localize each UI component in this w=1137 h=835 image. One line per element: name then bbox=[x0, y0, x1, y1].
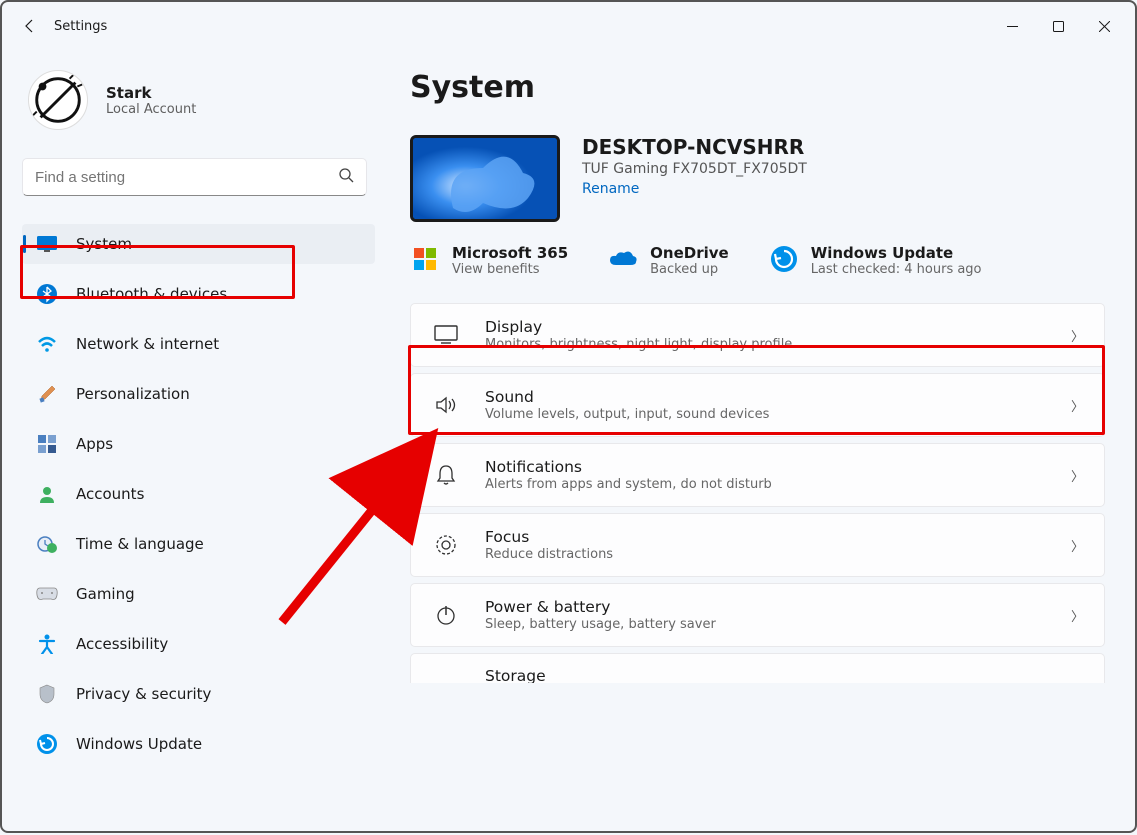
nav-item-apps[interactable]: Apps bbox=[22, 424, 375, 464]
setting-power[interactable]: Power & battery Sleep, battery usage, ba… bbox=[410, 583, 1105, 647]
brush-icon bbox=[36, 383, 58, 405]
nav-item-personalization[interactable]: Personalization bbox=[22, 374, 375, 414]
nav-label: Bluetooth & devices bbox=[76, 285, 227, 303]
bell-icon bbox=[431, 464, 461, 486]
accessibility-icon bbox=[36, 633, 58, 655]
card-sub: Sleep, battery usage, battery saver bbox=[485, 617, 1071, 632]
chevron-right-icon: 〉 bbox=[1071, 606, 1084, 625]
status-onedrive[interactable]: OneDrive Backed up bbox=[608, 244, 729, 277]
setting-sound[interactable]: Sound Volume levels, output, input, soun… bbox=[410, 373, 1105, 437]
close-button[interactable] bbox=[1081, 10, 1127, 42]
nav-item-time-language[interactable]: Time & language bbox=[22, 524, 375, 564]
nav-label: Personalization bbox=[76, 385, 190, 403]
card-sub: Reduce distractions bbox=[485, 547, 1071, 562]
apps-icon bbox=[36, 433, 58, 455]
nav-label: Gaming bbox=[76, 585, 135, 603]
card-title: Notifications bbox=[485, 458, 1071, 476]
sidebar: Stark Local Account System Bluetooth & bbox=[2, 50, 375, 835]
search-icon bbox=[338, 167, 354, 187]
back-button[interactable] bbox=[10, 6, 50, 46]
status-row: Microsoft 365 View benefits OneDrive Bac… bbox=[410, 244, 1105, 277]
gamepad-icon bbox=[36, 583, 58, 605]
chevron-right-icon: 〉 bbox=[1071, 466, 1084, 485]
card-sub: Monitors, brightness, night light, displ… bbox=[485, 337, 1071, 352]
status-title: Microsoft 365 bbox=[452, 244, 568, 262]
status-sub: Backed up bbox=[650, 262, 729, 277]
nav-list: System Bluetooth & devices Network & int… bbox=[22, 224, 375, 764]
status-title: OneDrive bbox=[650, 244, 729, 262]
setting-notifications[interactable]: Notifications Alerts from apps and syste… bbox=[410, 443, 1105, 507]
chevron-right-icon: 〉 bbox=[1071, 326, 1084, 345]
setting-display[interactable]: Display Monitors, brightness, night ligh… bbox=[410, 303, 1105, 367]
wifi-icon bbox=[36, 333, 58, 355]
nav-item-windows-update[interactable]: Windows Update bbox=[22, 724, 375, 764]
window-title: Settings bbox=[54, 19, 107, 34]
card-sub: Alerts from apps and system, do not dist… bbox=[485, 477, 1071, 492]
search-box[interactable] bbox=[22, 158, 367, 196]
focus-icon bbox=[431, 534, 461, 556]
card-title: Power & battery bbox=[485, 598, 1071, 616]
status-sub: Last checked: 4 hours ago bbox=[811, 262, 982, 277]
setting-focus[interactable]: Focus Reduce distractions 〉 bbox=[410, 513, 1105, 577]
nav-item-network[interactable]: Network & internet bbox=[22, 324, 375, 364]
nav-label: System bbox=[76, 235, 132, 253]
nav-item-privacy[interactable]: Privacy & security bbox=[22, 674, 375, 714]
device-name: DESKTOP-NCVSHRR bbox=[582, 135, 807, 159]
chevron-right-icon: 〉 bbox=[1071, 396, 1084, 415]
device-header: DESKTOP-NCVSHRR TUF Gaming FX705DT_FX705… bbox=[410, 135, 1105, 222]
setting-storage[interactable]: Storage bbox=[410, 653, 1105, 683]
user-account-type: Local Account bbox=[106, 102, 196, 117]
user-name: Stark bbox=[106, 84, 196, 102]
status-windows-update[interactable]: Windows Update Last checked: 4 hours ago bbox=[769, 244, 982, 277]
m365-icon bbox=[410, 244, 440, 274]
update-icon bbox=[36, 733, 58, 755]
system-icon bbox=[36, 233, 58, 255]
nav-label: Accounts bbox=[76, 485, 144, 503]
chevron-right-icon: 〉 bbox=[1071, 536, 1084, 555]
nav-item-gaming[interactable]: Gaming bbox=[22, 574, 375, 614]
nav-item-accessibility[interactable]: Accessibility bbox=[22, 624, 375, 664]
status-sub: View benefits bbox=[452, 262, 568, 277]
maximize-button[interactable] bbox=[1035, 10, 1081, 42]
minimize-button[interactable] bbox=[989, 10, 1035, 42]
card-title: Focus bbox=[485, 528, 1071, 546]
sound-icon bbox=[431, 395, 461, 415]
nav-label: Apps bbox=[76, 435, 113, 453]
nav-item-accounts[interactable]: Accounts bbox=[22, 474, 375, 514]
nav-label: Privacy & security bbox=[76, 685, 211, 703]
page-title: System bbox=[410, 70, 1105, 105]
nav-item-bluetooth[interactable]: Bluetooth & devices bbox=[22, 274, 375, 314]
nav-label: Time & language bbox=[76, 535, 204, 553]
search-input[interactable] bbox=[35, 169, 338, 186]
person-icon bbox=[36, 483, 58, 505]
avatar bbox=[28, 70, 88, 130]
shield-icon bbox=[36, 683, 58, 705]
titlebar: Settings bbox=[2, 2, 1135, 50]
onedrive-icon bbox=[608, 244, 638, 274]
nav-label: Network & internet bbox=[76, 335, 219, 353]
power-icon bbox=[431, 604, 461, 626]
status-title: Windows Update bbox=[811, 244, 982, 262]
device-model: TUF Gaming FX705DT_FX705DT bbox=[582, 161, 807, 177]
card-title: Display bbox=[485, 318, 1071, 336]
card-title: Storage bbox=[485, 667, 1084, 684]
display-icon bbox=[431, 325, 461, 345]
user-profile[interactable]: Stark Local Account bbox=[22, 70, 375, 130]
rename-link[interactable]: Rename bbox=[582, 181, 807, 197]
main-content: System DESKTOP-NCVSHRR TUF Gaming FX705D… bbox=[375, 50, 1135, 835]
bluetooth-icon bbox=[36, 283, 58, 305]
device-thumbnail[interactable] bbox=[410, 135, 560, 222]
nav-item-system[interactable]: System bbox=[22, 224, 375, 264]
nav-label: Accessibility bbox=[76, 635, 168, 653]
status-m365[interactable]: Microsoft 365 View benefits bbox=[410, 244, 568, 277]
card-sub: Volume levels, output, input, sound devi… bbox=[485, 407, 1071, 422]
update-icon bbox=[769, 244, 799, 274]
card-title: Sound bbox=[485, 388, 1071, 406]
nav-label: Windows Update bbox=[76, 735, 202, 753]
clock-globe-icon bbox=[36, 533, 58, 555]
